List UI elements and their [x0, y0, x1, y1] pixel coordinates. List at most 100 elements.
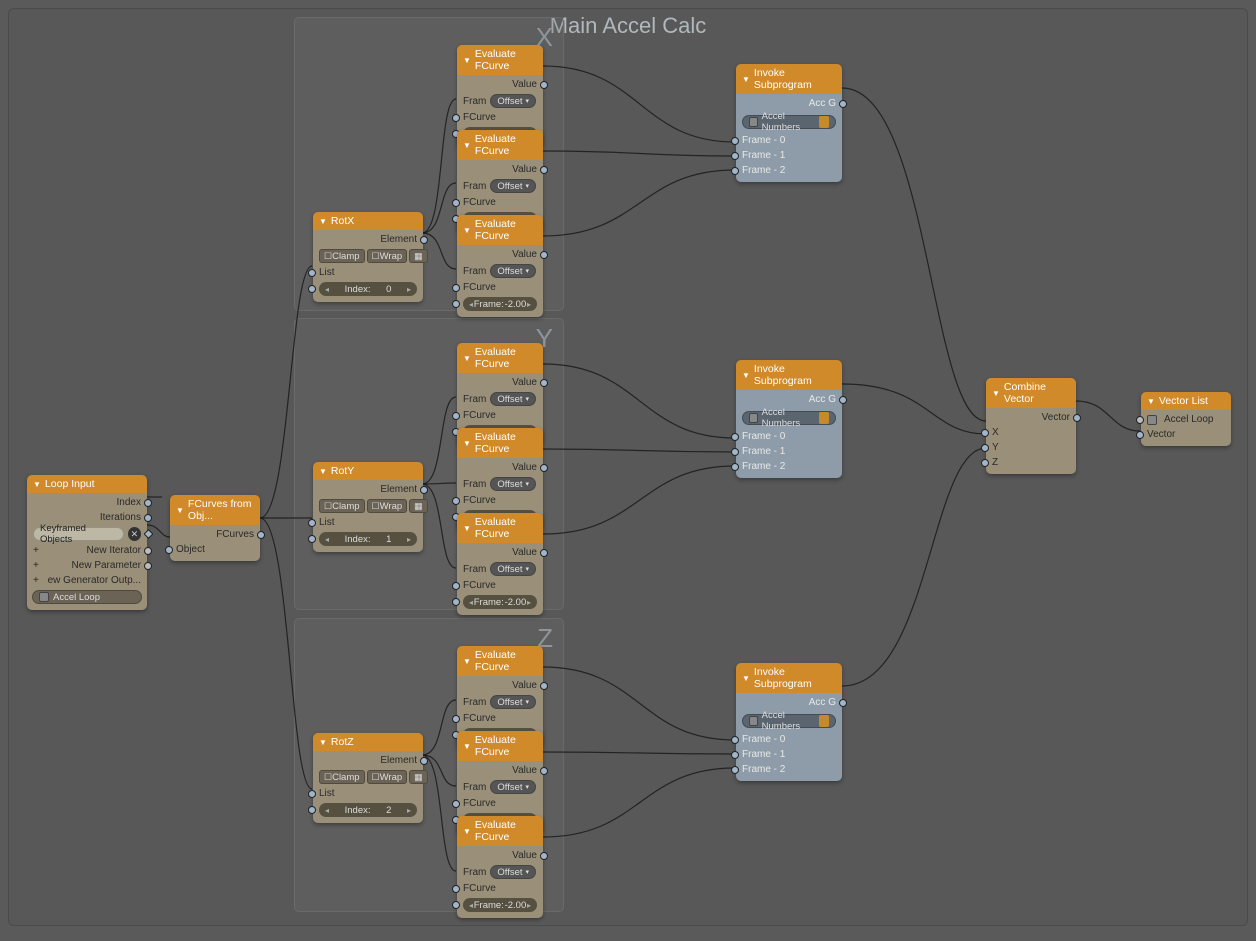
invoke-y[interactable]: ▼Invoke Subprogram Acc G Accel Numbers F…	[736, 360, 842, 478]
eval-header[interactable]: ▼Evaluate FCurve	[457, 513, 543, 543]
invoke-header[interactable]: ▼Invoke Subprogram	[736, 64, 842, 94]
rotx-clamp-toggle[interactable]: ☐Clamp	[319, 249, 365, 263]
eval-frame-field[interactable]: ◂Frame:-2.00▸	[463, 595, 537, 609]
eval-title: Evaluate FCurve	[475, 516, 537, 540]
new-generator-output[interactable]: ew Generator Outp...	[48, 575, 141, 586]
edit-icon[interactable]	[819, 412, 829, 424]
eval-header[interactable]: ▼Evaluate FCurve	[457, 130, 543, 160]
eval-offset-select[interactable]: Offset ▾	[490, 179, 536, 193]
roty-index[interactable]: ◂Index:1▸	[319, 532, 417, 546]
eval-fcurve-in: FCurve	[463, 883, 496, 894]
eval-y2[interactable]: ▼Evaluate FCurve Value Fram Offset ▾ FCu…	[457, 513, 543, 615]
invoke-f0: Frame - 0	[742, 431, 785, 442]
eval-x2[interactable]: ▼Evaluate FCurve Value Fram Offset ▾ FCu…	[457, 215, 543, 317]
eval-header[interactable]: ▼Evaluate FCurve	[457, 343, 543, 373]
edit-icon[interactable]	[819, 116, 829, 128]
rotx-index[interactable]: ◂Index:0▸	[319, 282, 417, 296]
invoke-f2: Frame - 2	[742, 764, 785, 775]
fcurves-from-object-node[interactable]: ▼FCurves from Obj... FCurves Object	[170, 495, 260, 561]
eval-offset-select[interactable]: Offset ▾	[490, 94, 536, 108]
eval-header[interactable]: ▼Evaluate FCurve	[457, 731, 543, 761]
out-iterations: Iterations	[100, 512, 141, 523]
rotz-options[interactable]: ▦	[409, 770, 428, 784]
eval-title: Evaluate FCurve	[475, 48, 537, 72]
eval-title: Evaluate FCurve	[475, 819, 537, 843]
combine-x: X	[992, 427, 999, 438]
roty-options[interactable]: ▦	[409, 499, 428, 513]
eval-out: Value	[512, 850, 537, 861]
invoke-x[interactable]: ▼Invoke Subprogram Acc G Accel Numbers F…	[736, 64, 842, 182]
rotz-index[interactable]: ◂Index:2▸	[319, 803, 417, 817]
eval-frame-field[interactable]: ◂Frame:-2.00▸	[463, 297, 537, 311]
rotz-title: RotZ	[331, 736, 354, 748]
invoke-title: Invoke Subprogram	[754, 67, 836, 91]
new-parameter[interactable]: New Parameter	[72, 560, 141, 571]
eval-header[interactable]: ▼Evaluate FCurve	[457, 816, 543, 846]
eval-fram: Fram	[463, 96, 486, 107]
eval-fcurve-in: FCurve	[463, 282, 496, 293]
eval-out: Value	[512, 462, 537, 473]
invoke-subprogram-button[interactable]: Accel Numbers	[742, 714, 836, 728]
roty-wrap-toggle[interactable]: ☐Wrap	[367, 499, 408, 513]
combine-z: Z	[992, 457, 998, 468]
invoke-z[interactable]: ▼Invoke Subprogram Acc G Accel Numbers F…	[736, 663, 842, 781]
eval-title: Evaluate FCurve	[475, 218, 537, 242]
eval-z2[interactable]: ▼Evaluate FCurve Value Fram Offset ▾ FCu…	[457, 816, 543, 918]
invoke-f0: Frame - 0	[742, 734, 785, 745]
roty-node[interactable]: ▼RotY Element ☐Clamp ☐Wrap ▦ List ◂Index…	[313, 462, 423, 552]
invoke-f1: Frame - 1	[742, 749, 785, 760]
eval-offset-select[interactable]: Offset ▾	[490, 392, 536, 406]
keyframed-objects[interactable]: Keyframed Objects	[33, 527, 124, 541]
invoke-title: Invoke Subprogram	[754, 666, 836, 690]
invoke-f1: Frame - 1	[742, 446, 785, 457]
combine-y: Y	[992, 442, 999, 453]
eval-offset-select[interactable]: Offset ▾	[490, 780, 536, 794]
eval-frame-field[interactable]: ◂Frame:-2.00▸	[463, 898, 537, 912]
eval-fcurve-in: FCurve	[463, 713, 496, 724]
eval-title: Evaluate FCurve	[475, 734, 537, 758]
vector-list-node[interactable]: ▼Vector List Accel Loop Vector	[1141, 392, 1231, 446]
combine-vector-node[interactable]: ▼Combine Vector Vector X Y Z	[986, 378, 1076, 474]
edit-icon[interactable]	[819, 715, 829, 727]
invoke-header[interactable]: ▼Invoke Subprogram	[736, 360, 842, 390]
loop-input-node[interactable]: ▼Loop Input Index Iterations Keyframed O…	[27, 475, 147, 610]
invoke-out: Acc G	[809, 394, 836, 405]
roty-clamp-toggle[interactable]: ☐Clamp	[319, 499, 365, 513]
eval-header[interactable]: ▼Evaluate FCurve	[457, 45, 543, 75]
rotz-wrap-toggle[interactable]: ☐Wrap	[367, 770, 408, 784]
roty-element: Element	[380, 484, 417, 495]
new-iterator[interactable]: New Iterator	[87, 545, 141, 556]
eval-header[interactable]: ▼Evaluate FCurve	[457, 215, 543, 245]
eval-title: Evaluate FCurve	[475, 133, 537, 157]
invoke-out: Acc G	[809, 98, 836, 109]
eval-fcurve-in: FCurve	[463, 197, 496, 208]
invoke-subprogram-button[interactable]: Accel Numbers	[742, 411, 836, 425]
eval-offset-select[interactable]: Offset ▾	[490, 477, 536, 491]
rotx-wrap-toggle[interactable]: ☐Wrap	[367, 249, 408, 263]
eval-offset-select[interactable]: Offset ▾	[490, 865, 536, 879]
eval-offset-select[interactable]: Offset ▾	[490, 695, 536, 709]
eval-fcurve-in: FCurve	[463, 112, 496, 123]
rotx-options[interactable]: ▦	[409, 249, 428, 263]
out-index: Index	[117, 497, 141, 508]
rotz-node[interactable]: ▼RotZ Element ☐Clamp ☐Wrap ▦ List ◂Index…	[313, 733, 423, 823]
eval-offset-select[interactable]: Offset ▾	[490, 264, 536, 278]
fcurves-out: FCurves	[216, 529, 254, 540]
eval-out: Value	[512, 547, 537, 558]
accel-loop-button[interactable]: Accel Loop	[32, 590, 142, 604]
eval-header[interactable]: ▼Evaluate FCurve	[457, 646, 543, 676]
remove-icon[interactable]: ✕	[128, 527, 141, 541]
fcurves-header[interactable]: ▼FCurves from Obj...	[170, 495, 260, 525]
invoke-subprogram-button[interactable]: Accel Numbers	[742, 115, 836, 129]
eval-fram: Fram	[463, 867, 486, 878]
eval-offset-select[interactable]: Offset ▾	[490, 562, 536, 576]
eval-fcurve-in: FCurve	[463, 580, 496, 591]
rotx-node[interactable]: ▼RotX Element ☐Clamp ☐Wrap ▦ List ◂Index…	[313, 212, 423, 302]
roty-list: List	[319, 517, 335, 528]
vector-list-accel-loop: Accel Loop	[1164, 414, 1213, 425]
invoke-header[interactable]: ▼Invoke Subprogram	[736, 663, 842, 693]
eval-header[interactable]: ▼Evaluate FCurve	[457, 428, 543, 458]
rotz-clamp-toggle[interactable]: ☐Clamp	[319, 770, 365, 784]
loop-input-header[interactable]: ▼Loop Input	[27, 475, 147, 493]
eval-title: Evaluate FCurve	[475, 346, 537, 370]
